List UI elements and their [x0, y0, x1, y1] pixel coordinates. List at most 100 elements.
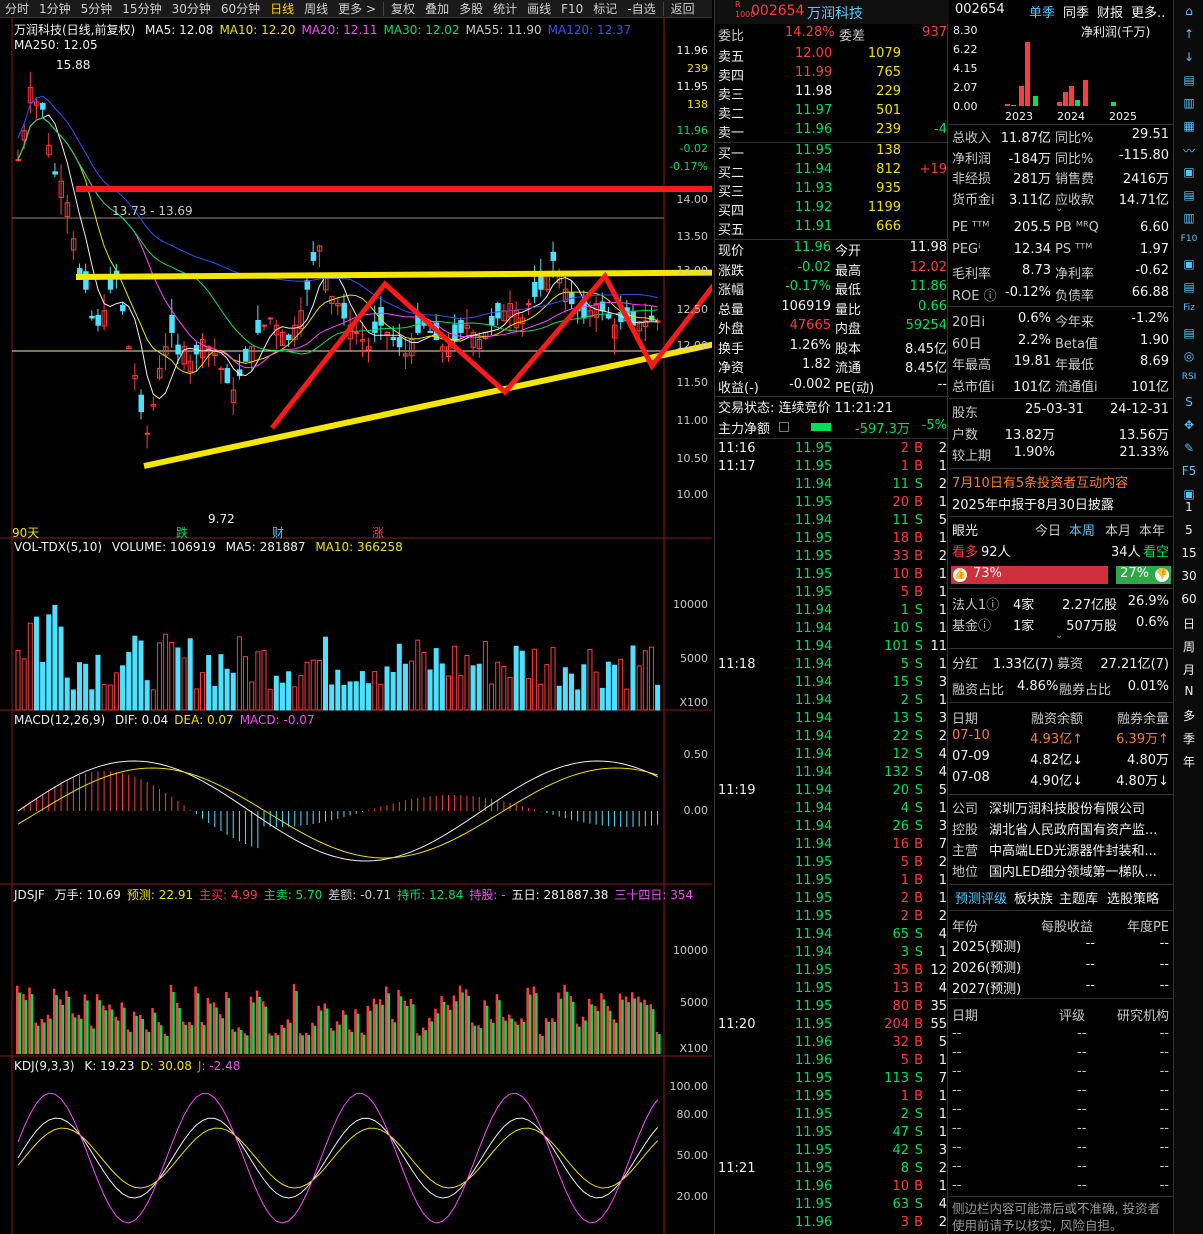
tool-button-4[interactable]: ▥	[1178, 96, 1200, 114]
toolbar-item-17[interactable]: 返回	[666, 0, 700, 17]
tool-button-19[interactable]: ✎	[1178, 441, 1200, 459]
tool-button-16[interactable]: RSI	[1178, 372, 1200, 390]
bull-percent-bar[interactable]: 73%	[951, 566, 1108, 584]
toolbar-item-3[interactable]: 15分钟	[117, 0, 166, 17]
tool-button-2[interactable]: ↓	[1178, 50, 1200, 68]
marker-rise[interactable]: 涨	[372, 524, 384, 541]
toolbar-item-11[interactable]: 多股	[454, 0, 488, 17]
toolbar-item-8[interactable]: 更多 >	[333, 0, 381, 17]
notice-interaction-text[interactable]: 7月10日有5条投资者互动内容	[952, 472, 1128, 491]
tool-button-15[interactable]: ◎	[1178, 349, 1200, 367]
company-row[interactable]: 公司 深圳万润科技股份有限公司	[949, 798, 1173, 818]
tool-button-20[interactable]: F5	[1178, 464, 1200, 482]
toolbar-item-4[interactable]: 30分钟	[167, 0, 216, 17]
toolbar-item-1[interactable]: 1分钟	[34, 0, 76, 17]
tool-button-23[interactable]: 5	[1178, 523, 1200, 541]
ask-row[interactable]: 卖三 11.98 229	[715, 84, 949, 103]
bid-row[interactable]: 买三 11.93 935	[715, 181, 949, 200]
notice-interaction[interactable]: 7月10日有5条投资者互动内容	[949, 472, 1173, 492]
tool-button-32[interactable]: 季	[1178, 730, 1200, 748]
tool-button-33[interactable]: 年	[1178, 753, 1200, 771]
toolbar-item-7[interactable]: 周线	[299, 0, 333, 17]
tool-button-11[interactable]: ▣	[1178, 257, 1200, 275]
tick-price: 11.96	[795, 1035, 833, 1050]
tool-button-9[interactable]: ▥	[1178, 211, 1200, 229]
toolbar-item-0[interactable]: 分时	[0, 0, 34, 17]
tool-button-22[interactable]: 1	[1178, 500, 1200, 518]
tool-button-12[interactable]: ▤	[1178, 280, 1200, 298]
thumbs-up-icon[interactable]: 👍	[953, 568, 967, 582]
tool-button-18[interactable]: ✥	[1178, 418, 1200, 436]
tool-button-17[interactable]: S	[1178, 395, 1200, 413]
tool-button-6[interactable]: 〰	[1178, 142, 1200, 160]
margin-row[interactable]: 07-10 4.93亿↑ 6.39万↑	[949, 728, 1173, 748]
tool-button-10[interactable]: F10	[1178, 234, 1200, 252]
notice-report[interactable]: 2025年中报于8月30日披露	[949, 494, 1173, 514]
jdsjf-sell-bar	[98, 1000, 101, 1054]
main-flow-icon[interactable]	[779, 422, 789, 432]
margin-row[interactable]: 07-08 4.90亿↓ 4.80万↓	[949, 770, 1173, 790]
toolbar-item-16[interactable]: -自选	[622, 0, 660, 17]
marker-finance[interactable]: 财	[272, 524, 284, 541]
toolbar-item-5[interactable]: 60分钟	[216, 0, 265, 17]
tool-button-28[interactable]: 周	[1178, 638, 1200, 656]
tool-button-14[interactable]: ▤	[1178, 326, 1200, 344]
thumbs-down-icon[interactable]: 👎	[1155, 568, 1169, 582]
tool-button-8[interactable]: ▤	[1178, 188, 1200, 206]
toolbar-item-15[interactable]: 标记	[588, 0, 622, 17]
link-theme[interactable]: 主题库	[1059, 888, 1098, 907]
ask-row[interactable]: 卖四 11.99 765	[715, 65, 949, 84]
ask-row[interactable]: 卖一 11.96 239 -4	[715, 122, 949, 141]
toolbar-item-2[interactable]: 5分钟	[76, 0, 118, 17]
expand-chevron-icon[interactable]: ⌄	[949, 203, 1173, 217]
tool-button-29[interactable]: 月	[1178, 661, 1200, 679]
tab-quarter[interactable]: 单季	[1029, 2, 1055, 21]
tool-button-7[interactable]: ▣	[1178, 165, 1200, 183]
company-row[interactable]: 地位 国内LED细分领域第一梯队...	[949, 861, 1173, 881]
volume-bar	[501, 666, 507, 711]
tool-button-30[interactable]: N	[1178, 684, 1200, 702]
company-row[interactable]: 控股 湖北省人民政府国有资产监...	[949, 819, 1173, 839]
link-forecast-rating[interactable]: 预测评级	[955, 888, 1007, 907]
bid-row[interactable]: 买二 11.94 812 +19	[715, 162, 949, 181]
eye-tab-today[interactable]: 今日	[1035, 520, 1061, 539]
eye-tab-year[interactable]: 本年	[1139, 520, 1165, 539]
toolbar-item-12[interactable]: 统计	[488, 0, 522, 17]
tool-button-31[interactable]: 多	[1178, 707, 1200, 725]
toolbar-item-6[interactable]: 日线	[265, 0, 299, 17]
toolbar-item-14[interactable]: F10	[556, 2, 588, 16]
bid-row[interactable]: 买四 11.92 1199	[715, 200, 949, 219]
tool-button-13[interactable]: Fiz	[1178, 303, 1200, 321]
expand-chevron-icon[interactable]: ⌄	[949, 630, 1173, 644]
eye-tab-month[interactable]: 本月	[1105, 520, 1131, 539]
tool-button-24[interactable]: 15	[1178, 546, 1200, 564]
bull-bear-bar[interactable]: 73% 👍 27% 👎	[949, 565, 1173, 585]
notice-report-text[interactable]: 2025年中报于8月30日披露	[952, 494, 1114, 513]
tab-more[interactable]: 更多..	[1131, 2, 1165, 21]
tool-button-27[interactable]: 日	[1178, 615, 1200, 633]
rating-date: --	[952, 1064, 962, 1079]
tool-button-5[interactable]: ▦	[1178, 119, 1200, 137]
stock-name[interactable]: 万润科技	[807, 3, 863, 23]
toolbar-item-13[interactable]: 画线	[522, 0, 556, 17]
company-row[interactable]: 主营 中高端LED光源器件封装和...	[949, 840, 1173, 860]
tab-report[interactable]: 财报	[1097, 2, 1123, 21]
link-strategy[interactable]: 选股策略	[1107, 888, 1159, 907]
marker-fall[interactable]: 跌	[176, 524, 188, 541]
tool-button-26[interactable]: 60	[1178, 592, 1200, 610]
link-sector[interactable]: 板块族	[1014, 888, 1053, 907]
tool-button-1[interactable]: ↑	[1178, 27, 1200, 45]
tool-button-0[interactable]: ⌂	[1178, 4, 1200, 22]
margin-row[interactable]: 07-09 4.82亿↓ 4.80万	[949, 749, 1173, 769]
tool-button-25[interactable]: 30	[1178, 569, 1200, 587]
ask-row[interactable]: 卖五 12.00 1079	[715, 46, 949, 65]
tab-same-quarter[interactable]: 同季	[1063, 2, 1089, 21]
ask-row[interactable]: 卖二 11.97 501	[715, 103, 949, 122]
bid-row[interactable]: 买五 11.91 666	[715, 219, 949, 238]
tool-button-3[interactable]: ▤	[1178, 73, 1200, 91]
kline-chart-svg[interactable]	[0, 18, 712, 1234]
bid-row[interactable]: 买一 11.95 138	[715, 143, 949, 162]
toolbar-item-9[interactable]: 复权	[386, 0, 420, 17]
toolbar-item-10[interactable]: 叠加	[420, 0, 454, 17]
eye-tab-week[interactable]: 本周	[1069, 520, 1095, 539]
